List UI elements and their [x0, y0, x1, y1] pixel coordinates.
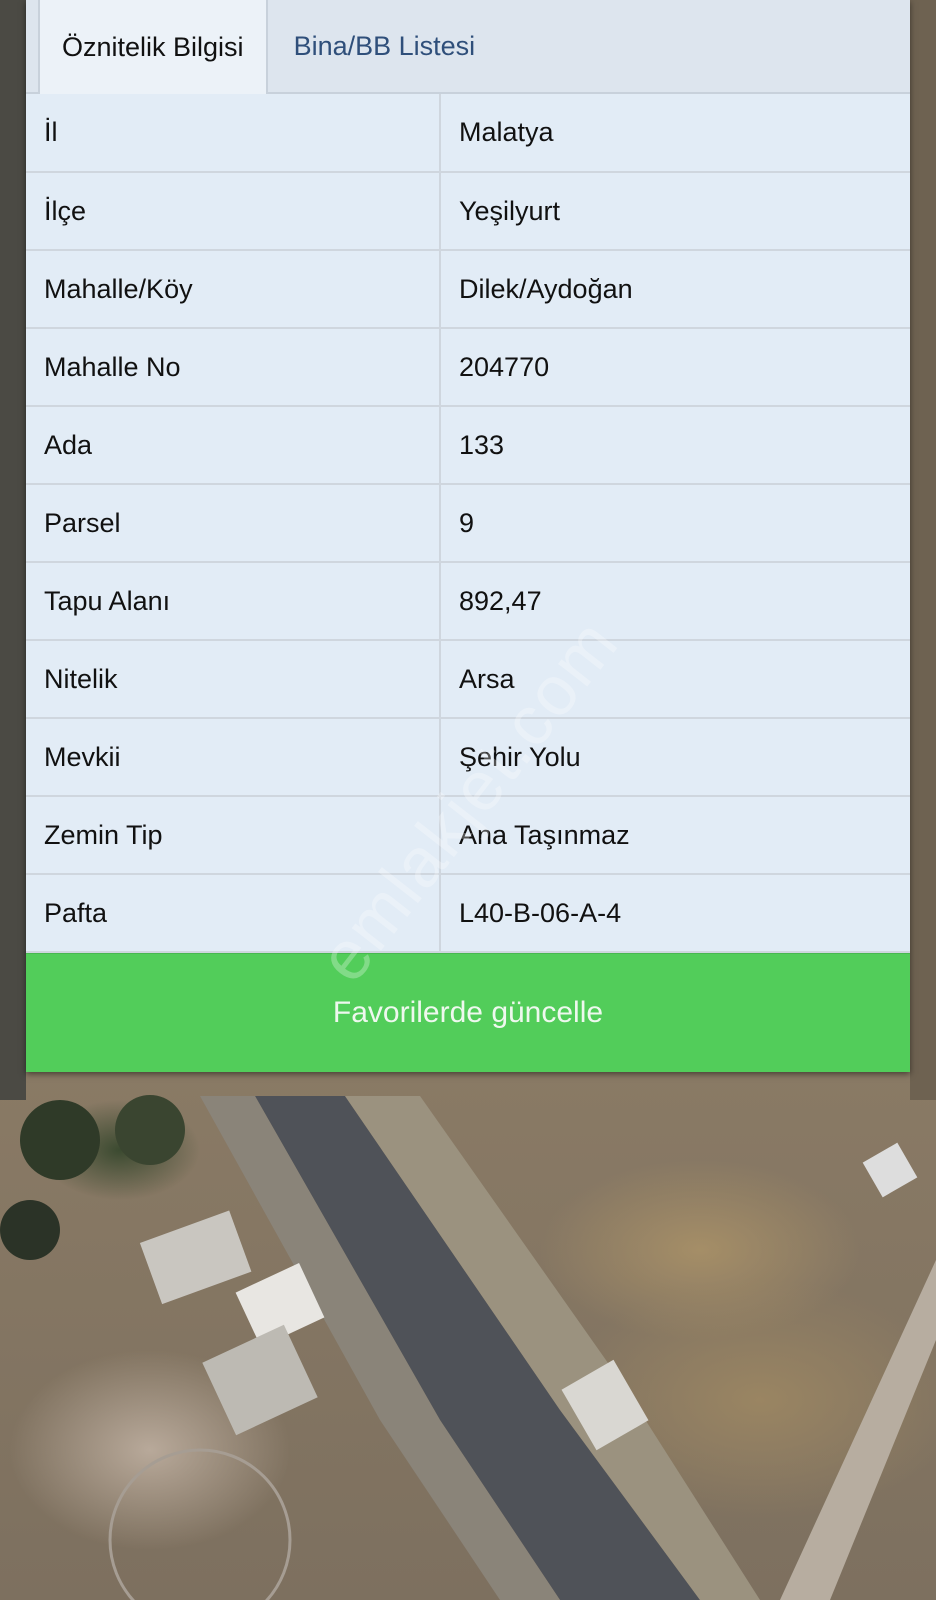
table-row: Ada 133 [26, 405, 910, 485]
update-favorites-button[interactable]: Favorilerde güncelle [26, 953, 910, 1072]
attribute-value: Şehir Yolu [439, 717, 910, 797]
attribute-key: Parsel [26, 483, 441, 563]
attribute-key: Mevkii [26, 717, 441, 797]
attribute-key: Ada [26, 405, 441, 485]
table-row: Parsel 9 [26, 483, 910, 563]
table-row: Pafta L40-B-06-A-4 [26, 873, 910, 953]
tab-bina-bb-listesi[interactable]: Bina/BB Listesi [268, 0, 498, 92]
table-row: İlçe Yeşilyurt [26, 171, 910, 251]
table-row: Zemin Tip Ana Taşınmaz [26, 795, 910, 875]
attribute-value: 133 [439, 405, 910, 485]
table-row: Mevkii Şehir Yolu [26, 717, 910, 797]
attribute-key: Zemin Tip [26, 795, 441, 875]
attribute-value: Ana Taşınmaz [439, 795, 910, 875]
attribute-key: Nitelik [26, 639, 441, 719]
attribute-value: Yeşilyurt [439, 171, 910, 251]
attribute-value: 892,47 [439, 561, 910, 641]
attribute-key: İlçe [26, 171, 441, 251]
attribute-table: İl Malatya İlçe Yeşilyurt Mahalle/Köy Di… [26, 94, 910, 953]
attribute-value: 9 [439, 483, 910, 563]
attribute-key: İl [26, 94, 441, 173]
attribute-key: Mahalle/Köy [26, 249, 441, 329]
table-row: Tapu Alanı 892,47 [26, 561, 910, 641]
table-row: İl Malatya [26, 94, 910, 173]
tab-bar: Öznitelik Bilgisi Bina/BB Listesi [26, 0, 910, 94]
attribute-key: Pafta [26, 873, 441, 953]
parcel-info-panel: Öznitelik Bilgisi Bina/BB Listesi İl Mal… [26, 0, 910, 1072]
table-row: Mahalle/Köy Dilek/Aydoğan [26, 249, 910, 329]
tab-oznitelik-bilgisi[interactable]: Öznitelik Bilgisi [38, 0, 268, 94]
attribute-value: Malatya [439, 94, 910, 173]
table-row: Mahalle No 204770 [26, 327, 910, 407]
attribute-value: 204770 [439, 327, 910, 407]
table-row: Nitelik Arsa [26, 639, 910, 719]
attribute-key: Mahalle No [26, 327, 441, 407]
attribute-value: Arsa [439, 639, 910, 719]
attribute-key: Tapu Alanı [26, 561, 441, 641]
attribute-value: L40-B-06-A-4 [439, 873, 910, 953]
attribute-value: Dilek/Aydoğan [439, 249, 910, 329]
